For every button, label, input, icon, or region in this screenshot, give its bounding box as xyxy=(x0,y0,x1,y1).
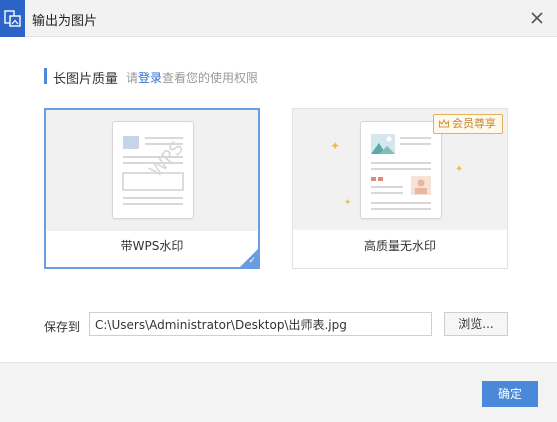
document-watermark-icon: WPS xyxy=(112,121,194,219)
section-title: 长图片质量 xyxy=(53,72,119,87)
sparkle-icon: ✦ xyxy=(344,198,352,208)
option-card-no-watermark[interactable]: ✦ ✦ ✦ 会员尊享 高质量无水印 xyxy=(292,108,508,269)
option-label-no-watermark: 高质量无水印 xyxy=(363,239,436,253)
ok-button[interactable]: 确定 xyxy=(482,381,538,407)
close-icon[interactable] xyxy=(529,10,545,26)
sparkle-icon: ✦ xyxy=(330,139,341,153)
browse-button[interactable]: 浏览... xyxy=(444,312,508,336)
crown-icon xyxy=(438,118,450,128)
export-image-app-icon xyxy=(0,0,25,37)
option-label-watermark: 带WPS水印 xyxy=(120,239,184,253)
section-accent-bar xyxy=(44,68,47,84)
save-to-label: 保存到 xyxy=(44,320,81,334)
hint-prefix: 请 xyxy=(126,71,139,85)
permission-hint: 请登录查看您的使用权限 xyxy=(126,69,258,86)
option-preview-watermark: WPS xyxy=(46,110,258,231)
title-bar: 输出为图片 xyxy=(0,0,557,37)
option-card-watermark[interactable]: WPS 带WPS水印 ✓ xyxy=(44,108,260,269)
sparkle-icon: ✦ xyxy=(455,164,464,175)
save-path-input[interactable] xyxy=(89,312,432,336)
login-link[interactable]: 登录 xyxy=(138,71,162,85)
footer-bar xyxy=(0,362,557,422)
window-title: 输出为图片 xyxy=(32,14,98,29)
vip-badge-text: 会员尊享 xyxy=(452,117,496,130)
check-icon: ✓ xyxy=(248,256,256,266)
hint-suffix: 查看您的使用权限 xyxy=(162,71,259,85)
vip-badge: 会员尊享 xyxy=(433,114,503,134)
document-image-icon xyxy=(360,121,442,219)
